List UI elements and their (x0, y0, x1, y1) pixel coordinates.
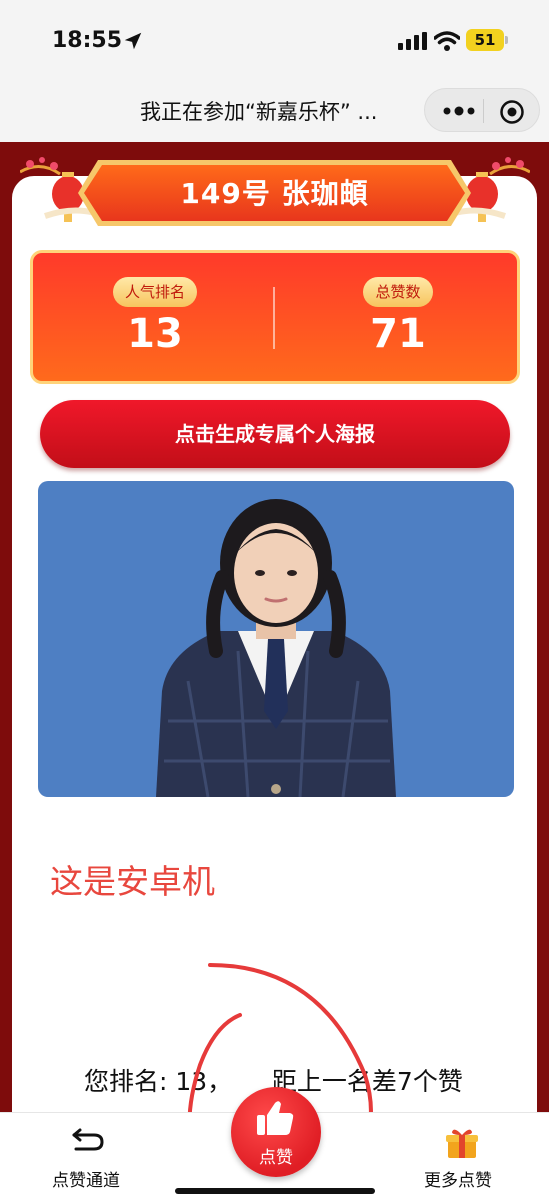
like-button[interactable]: 点赞 (231, 1087, 321, 1177)
likes-value: 71 (370, 311, 426, 357)
like-button-label: 点赞 (259, 1148, 293, 1168)
tab-more-likes[interactable]: 更多点赞 (424, 1166, 492, 1191)
rank-value: 13 (127, 311, 183, 357)
likes-label: 总赞数 (363, 277, 433, 307)
thumbs-up-icon (257, 1101, 294, 1135)
capsule-divider (483, 99, 484, 123)
more-dots-icon[interactable] (439, 101, 479, 121)
contestant-photo (38, 481, 514, 797)
rank-label: 人气排名 (113, 277, 197, 307)
stats-divider (273, 287, 275, 349)
page-title: 我正在参加“新嘉乐杯” ... (140, 100, 378, 124)
status-time: 18:55 (52, 28, 123, 53)
battery-icon: 51 (466, 29, 504, 51)
mini-program-capsule (424, 88, 540, 132)
home-indicator (175, 1188, 375, 1194)
status-bar: 18:55 51 (0, 0, 549, 82)
nav-bar: 我正在参加“新嘉乐杯” ... (0, 82, 549, 142)
generate-poster-button[interactable]: 点击生成专属个人海报 (40, 400, 510, 468)
tab-like-channel[interactable]: 点赞通道 (52, 1166, 120, 1191)
close-target-icon[interactable] (499, 99, 525, 125)
location-arrow-icon (124, 32, 142, 50)
return-arrow-icon[interactable] (70, 1127, 106, 1157)
battery-tip (505, 36, 508, 44)
stats-panel: 人气排名 13 总赞数 71 (30, 250, 520, 384)
wifi-icon (434, 31, 460, 51)
note-text: 这是安卓机 (50, 862, 215, 901)
portrait-illustration (156, 499, 396, 797)
contestant-name: 149号 张珈頔 (180, 177, 369, 210)
gift-icon[interactable] (444, 1126, 480, 1160)
signal-icon (398, 32, 427, 50)
